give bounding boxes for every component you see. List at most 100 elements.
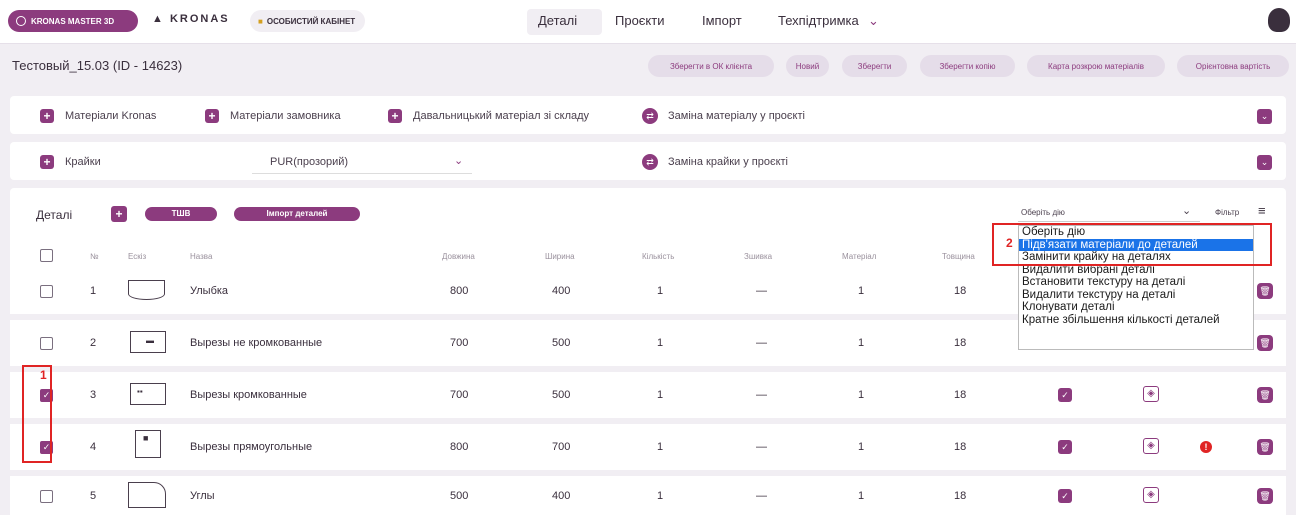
detail-material: 1 [858,389,865,401]
chevron-down-icon[interactable]: ⌄ [868,13,879,29]
detail-name[interactable]: Углы [190,490,215,502]
detail-name[interactable]: Вырезы прямоугольные [190,441,312,453]
col-length: Довжина [442,252,475,261]
row-checkbox[interactable] [40,490,53,503]
globe-icon [16,16,26,26]
add-detail-icon[interactable]: + [111,206,127,222]
add-stock-material-icon[interactable]: + [388,109,402,123]
detail-length[interactable]: 800 [450,285,468,297]
check-icon[interactable]: ✓ [1058,440,1072,454]
brand-label: KRONAS MASTER 3D [31,16,115,26]
col-sewing: Зшивка [744,252,773,261]
detail-sewing: — [756,441,767,453]
col-sketch: Ескіз [128,252,147,261]
add-customer-material-icon[interactable]: + [205,109,219,123]
edges-expand-icon[interactable]: ⌄ [1257,155,1272,170]
detail-length[interactable]: 500 [450,490,468,502]
trash-icon[interactable]: 🗑 [1257,488,1273,504]
detail-qty[interactable]: 1 [657,285,663,297]
trash-icon[interactable]: 🗑 [1257,335,1273,351]
detail-material: 1 [858,337,865,349]
nav-details[interactable]: Деталі [538,13,577,28]
texture-icon[interactable]: ◈ [1143,386,1159,402]
replace-material-icon[interactable]: ⇄ [642,108,658,124]
select-all-checkbox[interactable] [40,249,53,262]
nav-import[interactable]: Імпорт [702,13,742,28]
kronas-logo[interactable]: ▲ KRONAS [152,13,230,25]
dropdown-option[interactable]: Видалити текстуру на деталі [1019,289,1253,302]
edge-select[interactable]: PUR(прозорий) ⌄ [252,148,472,174]
save-to-client-button[interactable]: Зберегти в ОК клієнта [648,55,774,77]
cutting-map-button[interactable]: Карта розкрою матеріалів [1027,55,1165,77]
detail-width[interactable]: 400 [552,490,570,502]
add-edge-icon[interactable]: + [40,155,54,169]
detail-name[interactable]: Улыбка [190,285,228,297]
top-bar: KRONAS MASTER 3D ▲ KRONAS ■ ОСОБИСТИЙ КА… [0,0,1296,44]
detail-length[interactable]: 700 [450,337,468,349]
detail-material: 1 [858,285,865,297]
dropdown-option[interactable]: Кратне збільшення кількості деталей [1019,314,1253,327]
annotation-marker-2: 2 [1006,236,1013,250]
save-copy-button[interactable]: Зберегти копію [920,55,1015,77]
detail-thickness: 18 [954,441,967,453]
kronas-materials-label[interactable]: Матеріали Kronas [65,110,156,122]
row-checkbox[interactable] [40,285,53,298]
trash-icon[interactable]: 🗑 [1257,439,1273,455]
filter-label[interactable]: Фільтр [1215,208,1239,217]
row-number: 2 [90,337,97,349]
col-qty: Кількість [642,252,675,261]
add-kronas-material-icon[interactable]: + [40,109,54,123]
nav-projects[interactable]: Проєкти [615,13,665,28]
annotation-marker-1: 1 [40,368,47,382]
check-icon[interactable]: ✓ [1058,489,1072,503]
detail-width[interactable]: 400 [552,285,570,297]
detail-name[interactable]: Вырезы кромкованные [190,389,307,401]
user-avatar-icon[interactable] [1268,8,1290,32]
detail-qty[interactable]: 1 [657,337,663,349]
chevron-down-icon: ⌄ [454,155,464,167]
edge-select-value: PUR(прозорий) [270,156,349,168]
estimated-cost-button[interactable]: Орієнтовна вартість [1177,55,1289,77]
warning-icon[interactable]: ! [1200,441,1212,453]
brand-pill[interactable]: KRONAS MASTER 3D [8,10,138,32]
new-button[interactable]: Новий [786,55,829,77]
detail-qty[interactable]: 1 [657,389,663,401]
row-number: 3 [90,389,97,401]
dropdown-option[interactable]: Встановити текстуру на деталі [1019,276,1253,289]
texture-icon[interactable]: ◈ [1143,438,1159,454]
trash-icon[interactable]: 🗑 [1257,283,1273,299]
detail-thickness: 18 [954,389,967,401]
tsb-button[interactable]: ТШВ [145,207,217,221]
detail-sewing: — [756,490,767,502]
stock-material-label[interactable]: Давальницький матеріал зі складу [413,110,589,122]
detail-length[interactable]: 700 [450,389,468,401]
detail-sketch: ▬ [130,331,166,353]
dropdown-option[interactable]: Клонувати деталі [1019,301,1253,314]
detail-qty[interactable]: 1 [657,490,663,502]
replace-material-label[interactable]: Заміна матеріалу у проєкті [668,110,805,122]
nav-support[interactable]: Техпідтримка [778,13,859,28]
check-icon[interactable]: ✓ [1058,388,1072,402]
save-button[interactable]: Зберегти [842,55,907,77]
detail-name[interactable]: Вырезы не кромкованные [190,337,322,349]
cabinet-pill[interactable]: ■ ОСОБИСТИЙ КАБІНЕТ [250,10,365,32]
detail-width[interactable]: 500 [552,389,570,401]
customer-materials-label[interactable]: Матеріали замовника [230,110,341,122]
row-number: 1 [90,285,97,297]
materials-expand-icon[interactable]: ⌄ [1257,109,1272,124]
row-checkbox[interactable] [40,337,53,350]
detail-length[interactable]: 800 [450,441,468,453]
detail-width[interactable]: 700 [552,441,570,453]
texture-icon[interactable]: ◈ [1143,487,1159,503]
import-details-button[interactable]: Імпорт деталей [234,207,360,221]
filter-icon[interactable]: ≡ [1258,203,1266,218]
action-select[interactable]: Оберіть дію ⌄ [1018,204,1200,222]
detail-width[interactable]: 500 [552,337,570,349]
replace-edge-label[interactable]: Заміна крайки у проєкті [668,156,788,168]
detail-qty[interactable]: 1 [657,441,663,453]
col-thickness: Товщина [942,252,975,261]
col-name: Назва [190,252,213,261]
project-title: Тестовый_15.03 (ID - 14623) [12,58,183,73]
replace-edge-icon[interactable]: ⇄ [642,154,658,170]
trash-icon[interactable]: 🗑 [1257,387,1273,403]
